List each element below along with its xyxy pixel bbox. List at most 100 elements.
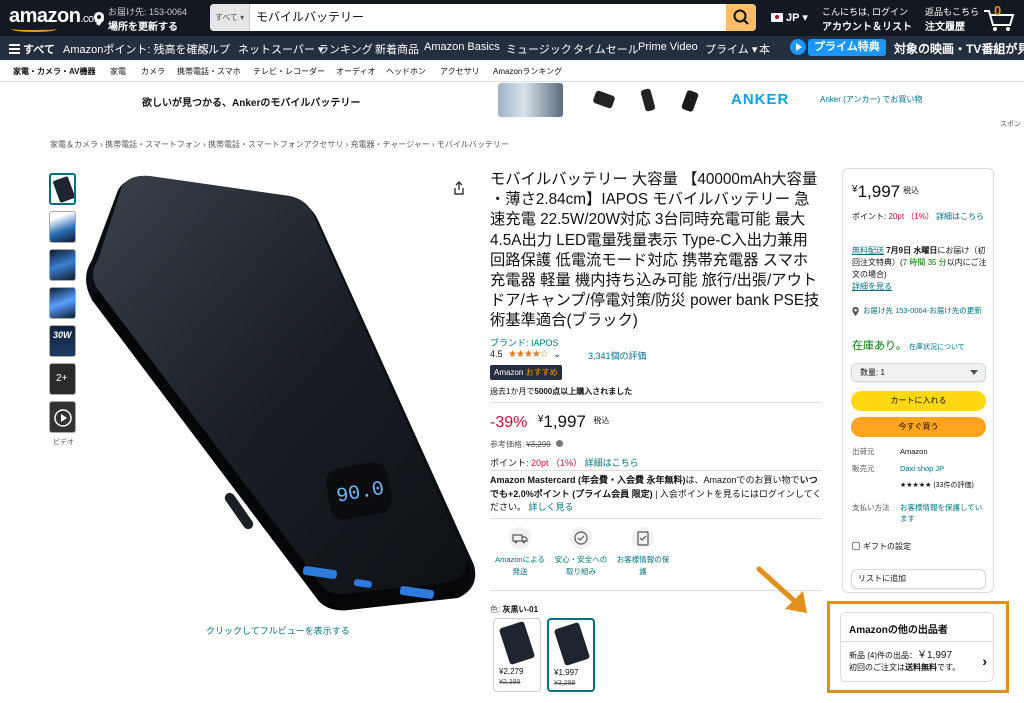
rating-value: 4.5 bbox=[490, 349, 503, 359]
subnav-item-electronics[interactable]: 家電・カメラ・AV機器 bbox=[13, 66, 96, 77]
full-view-link[interactable]: クリックしてフルビューを表示する bbox=[206, 624, 350, 637]
other-sellers-box[interactable]: Amazonの他の出品者 新品 (4)件の出品：￥1,997 初回のご注文は送料… bbox=[840, 612, 994, 682]
prime-video-banner[interactable]: プライム特典 対象の映画・TV番組が見 bbox=[790, 38, 1024, 58]
rating-row: 4.5 ★★★★☆ ⌄ 3,341個の評価 bbox=[490, 349, 647, 361]
chevron-right-icon[interactable]: › bbox=[982, 653, 987, 669]
subnav-item-ranking[interactable]: Amazonランキング bbox=[493, 66, 562, 77]
delivery-address-link[interactable]: お届け先 153-0064-お届け先の更新 bbox=[852, 305, 988, 317]
subnav-item-tv[interactable]: テレビ・レコーダー bbox=[253, 66, 325, 77]
checkbox[interactable] bbox=[852, 542, 860, 550]
feature-amazon-shipping[interactable]: Amazonによる 発送 bbox=[490, 527, 550, 578]
amazon-recommended-badge: Amazon おすすめ bbox=[490, 365, 562, 380]
subnav-item-audio[interactable]: オーディオ bbox=[336, 66, 375, 77]
nav-item-ranking[interactable]: ランキング bbox=[318, 41, 373, 57]
brand-link[interactable]: ブランド: IAPOS bbox=[490, 336, 559, 349]
mastercard-details-link[interactable]: 詳しく見る bbox=[529, 502, 574, 512]
chevron-down-icon[interactable]: ⌄ bbox=[553, 349, 561, 359]
clipboard-icon bbox=[632, 527, 654, 549]
info-row-shipper: 出荷元 Amazon bbox=[852, 447, 928, 456]
sponsored-ad-banner[interactable]: 欲しいが見つかる、Ankerのモバイルバッテリー ANKER Anker (アン… bbox=[0, 82, 1024, 118]
delivery-location[interactable]: お届け先: 153-0064 場所を更新する bbox=[108, 5, 187, 33]
search-button[interactable] bbox=[726, 4, 756, 31]
main-nav-bar: すべて Amazonポイント: 残高を確認 ヘルプ ネットスーパー ▾ ランキン… bbox=[0, 36, 1024, 60]
search-icon bbox=[733, 9, 749, 25]
free-shipping-link[interactable]: 無料配送 bbox=[852, 246, 884, 255]
buy-box: ¥1,997 税込 ポイント: 20pt （1%） 詳細はこちら 無料配送 7月9… bbox=[842, 168, 994, 593]
nav-item-netsuper[interactable]: ネットスーパー ▾ bbox=[238, 41, 323, 57]
subnav-item-camera[interactable]: カメラ bbox=[141, 66, 165, 77]
add-to-cart-button[interactable]: カートに入れる bbox=[851, 391, 986, 411]
gift-option[interactable]: ギフトの設定 bbox=[852, 541, 911, 552]
thumbnail-more[interactable]: 2+ bbox=[49, 363, 76, 395]
prime-badge: プライム特典 bbox=[808, 39, 886, 56]
divider bbox=[490, 470, 822, 471]
nav-item-basics[interactable]: Amazon Basics bbox=[424, 41, 500, 53]
quantity-select[interactable]: 数量: 1 bbox=[851, 363, 986, 382]
badge-check-icon bbox=[570, 527, 592, 549]
nav-item-new[interactable]: 新着商品 bbox=[375, 41, 419, 57]
nav-item-points[interactable]: Amazonポイント: 残高を確認 bbox=[63, 41, 208, 57]
category-subnav: 家電・カメラ・AV機器 家電 カメラ 携帯電話・スマホ テレビ・レコーダー オー… bbox=[0, 60, 1024, 82]
subnav-item-phones[interactable]: 携帯電話・スマホ bbox=[177, 66, 241, 77]
subnav-item-appliances[interactable]: 家電 bbox=[110, 66, 126, 77]
orders-link[interactable]: 返品もこちら 注文履歴 bbox=[925, 5, 979, 33]
video-play-icon bbox=[54, 409, 72, 427]
buybox-points-link[interactable]: 詳細はこちら bbox=[936, 212, 984, 221]
subnav-item-headphones[interactable]: ヘッドホン bbox=[386, 66, 426, 77]
points-details-link[interactable]: 詳細はこちら bbox=[585, 458, 639, 468]
ad-shop-link[interactable]: Anker (アンカー) でお買い物 bbox=[820, 94, 922, 105]
location-pin-icon bbox=[852, 307, 859, 316]
ad-product-image bbox=[676, 83, 704, 117]
add-to-list-button[interactable]: リストに追加 bbox=[851, 569, 986, 589]
thumbnail-3[interactable] bbox=[49, 249, 76, 281]
thumbnail-1[interactable] bbox=[49, 173, 76, 205]
ad-product-image bbox=[590, 83, 618, 117]
info-icon[interactable] bbox=[555, 440, 563, 447]
ad-product-image bbox=[498, 83, 563, 117]
delivery-details-link[interactable]: 詳細を見る bbox=[852, 281, 988, 293]
nav-item-help[interactable]: ヘルプ bbox=[197, 41, 230, 57]
buybox-points: ポイント: 20pt （1%） 詳細はこちら bbox=[852, 212, 985, 221]
search-input[interactable]: モバイルバッテリー bbox=[254, 4, 724, 31]
nav-item-prime[interactable]: プライム ▾ bbox=[705, 41, 757, 57]
language-selector[interactable]: JP ▾ bbox=[771, 11, 808, 24]
rating-count-link[interactable]: 3,341個の評価 bbox=[588, 349, 647, 362]
privacy-link[interactable]: お客様情報を保護しています bbox=[900, 502, 988, 524]
thumbnail-2[interactable] bbox=[49, 211, 76, 243]
thumb-product-image bbox=[52, 175, 74, 203]
color-swatch-1[interactable]: ¥2,279 ¥2,399 bbox=[493, 618, 541, 692]
other-sellers-highlight: Amazonの他の出品者 新品 (4)件の出品：￥1,997 初回のご注文は送料… bbox=[827, 601, 1009, 693]
account-menu[interactable]: こんにちは, ログイン アカウント＆リスト bbox=[822, 5, 912, 33]
nav-item-books[interactable]: 本 bbox=[759, 41, 770, 57]
search-category-select[interactable]: すべて ▾ bbox=[210, 4, 250, 31]
feature-privacy[interactable]: お客様情報の保護 bbox=[613, 527, 673, 578]
thumbnail-5[interactable]: 30W bbox=[49, 325, 76, 357]
stock-info-link[interactable]: 在庫状況について bbox=[909, 344, 965, 351]
ad-headline: 欲しいが見つかる、Ankerのモバイルバッテリー bbox=[142, 98, 361, 109]
nav-item-music[interactable]: ミュージック bbox=[506, 41, 572, 57]
seller-link[interactable]: Daxi shop JP bbox=[900, 463, 988, 474]
top-navigation-bar: amazon.co.jp お届け先: 153-0064 場所を更新する すべて … bbox=[0, 0, 1024, 36]
ad-product-image bbox=[634, 83, 662, 117]
annotation-arrow-icon bbox=[756, 566, 807, 613]
color-swatch-2-selected[interactable]: ¥1,997 ¥3,299 bbox=[547, 618, 595, 692]
subnav-item-accessories[interactable]: アクセサリ bbox=[440, 66, 480, 77]
share-icon[interactable] bbox=[453, 181, 465, 195]
all-menu-button[interactable]: すべて bbox=[9, 41, 55, 57]
cart-button[interactable]: 0 bbox=[982, 3, 1022, 33]
breadcrumb[interactable]: 家電＆カメラ › 携帯電話・スマートフォン › 携帯電話・スマートフォンアクセサ… bbox=[50, 139, 509, 150]
sponsored-label: スポン bbox=[1000, 121, 1021, 128]
amazon-logo[interactable]: amazon.co.jp bbox=[9, 5, 104, 32]
other-sellers-offer: 新品 (4)件の出品：￥1,997 初回のご注文は送料無料です。 bbox=[849, 650, 961, 672]
swatch-image bbox=[498, 620, 536, 666]
buybox-price: ¥1,997 税込 bbox=[852, 182, 920, 201]
thumbnail-4[interactable] bbox=[49, 287, 76, 319]
thumbnail-video[interactable] bbox=[49, 401, 76, 433]
feature-safety[interactable]: 安心・安全への 取り組み bbox=[551, 527, 611, 578]
nav-item-primevideo[interactable]: Prime Video bbox=[638, 41, 698, 53]
divider bbox=[490, 518, 822, 519]
nav-item-timesale[interactable]: タイムセール bbox=[573, 41, 639, 57]
main-product-image[interactable]: 90.0 bbox=[78, 170, 480, 620]
buy-now-button[interactable]: 今すぐ買う bbox=[851, 417, 986, 437]
star-rating-icon[interactable]: ★★★★☆ bbox=[508, 349, 549, 360]
